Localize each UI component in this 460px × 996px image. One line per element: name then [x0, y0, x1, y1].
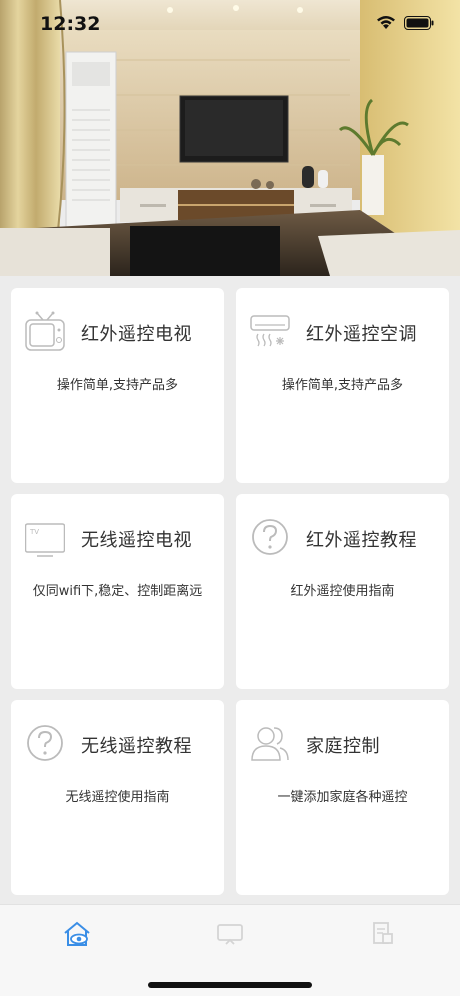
- tv-monitor-icon: TV: [25, 523, 65, 557]
- card-wifi-tv[interactable]: TV 无线遥控电视 仅同wifi下,稳定、控制距离远: [11, 494, 224, 689]
- feature-grid: 红外遥控电视 操作简单,支持产品多 红外遥控空调 操作简单,支持产品多 TV 无…: [0, 276, 460, 904]
- home-icon: [64, 921, 90, 946]
- svg-text:TV: TV: [29, 528, 39, 536]
- wifi-icon: [377, 16, 395, 29]
- card-subtitle: 红外遥控使用指南: [290, 584, 395, 599]
- screen-icon: [217, 924, 243, 945]
- card-title: 家庭控制: [306, 736, 380, 757]
- battery-icon: [404, 15, 434, 30]
- air-conditioner-icon: [250, 315, 290, 347]
- document-icon: [373, 922, 393, 944]
- card-subtitle: 操作简单,支持产品多: [281, 378, 404, 393]
- tab-document[interactable]: [366, 919, 400, 949]
- help-circle-icon: [252, 519, 288, 555]
- card-ir-tv[interactable]: 红外遥控电视 操作简单,支持产品多: [11, 288, 224, 483]
- card-subtitle: 操作简单,支持产品多: [56, 378, 179, 393]
- card-ir-guide[interactable]: 红外遥控教程 红外遥控使用指南: [236, 494, 449, 689]
- card-wifi-guide[interactable]: 无线遥控教程 无线遥控使用指南: [11, 700, 224, 895]
- card-subtitle: 一键添加家庭各种遥控: [277, 790, 408, 805]
- status-bar: 12:32: [0, 0, 460, 50]
- home-indicator: [148, 982, 312, 988]
- status-icons: [376, 15, 434, 30]
- card-title: 红外遥控空调: [306, 324, 417, 345]
- tab-home[interactable]: [60, 919, 94, 949]
- family-users-icon: [251, 727, 289, 761]
- card-subtitle: 仅同wifi下,稳定、控制距离远: [32, 584, 203, 599]
- tab-screen[interactable]: [213, 919, 247, 949]
- tv-antenna-icon: [25, 311, 65, 351]
- card-subtitle: 无线遥控使用指南: [65, 790, 170, 805]
- status-time: 12:32: [40, 13, 101, 35]
- card-title: 无线遥控教程: [81, 736, 192, 757]
- card-family[interactable]: 家庭控制 一键添加家庭各种遥控: [236, 700, 449, 895]
- card-title: 无线遥控电视: [81, 530, 192, 551]
- card-title: 红外遥控教程: [306, 530, 417, 551]
- help-circle-icon: [27, 725, 63, 761]
- card-ir-ac[interactable]: 红外遥控空调 操作简单,支持产品多: [236, 288, 449, 483]
- card-title: 红外遥控电视: [81, 324, 192, 345]
